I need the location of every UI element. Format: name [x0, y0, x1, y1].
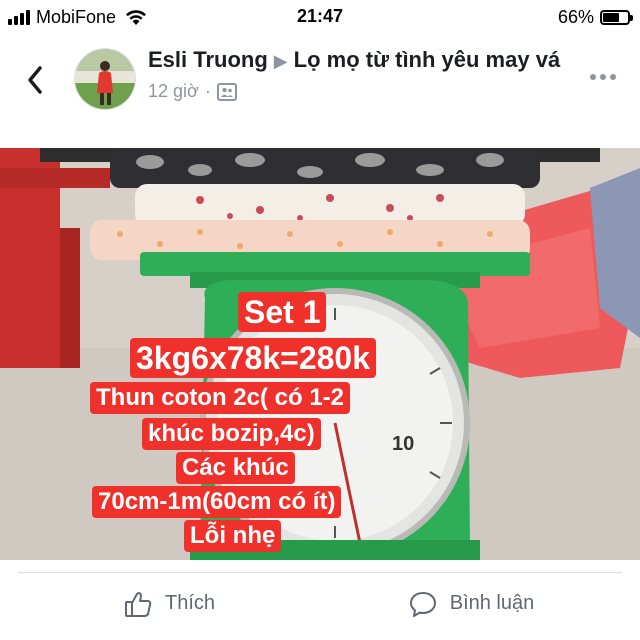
like-button[interactable]: Thích — [18, 573, 320, 634]
status-right: 66% — [557, 6, 633, 28]
post-photo[interactable]: 10 Set 1 3kg6x78k=280k Thun coton 2c( có… — [0, 148, 640, 560]
battery-level — [603, 12, 619, 22]
battery-icon — [600, 9, 633, 25]
comment-button[interactable]: Bình luận — [320, 573, 622, 634]
group-name[interactable]: Lọ mọ từ tình yêu may vá — [294, 47, 561, 72]
price-overlay: Set 1 3kg6x78k=280k Thun coton 2c( có 1-… — [0, 148, 640, 560]
overlay-line-bozip: khúc bozip,4c) — [142, 418, 321, 450]
post-action-bar: Thích Bình luận — [18, 572, 622, 634]
thumbs-up-icon — [124, 591, 152, 617]
overlay-line-defect: Lỗi nhẹ — [184, 520, 282, 552]
overlay-line-length: 70cm-1m(60cm có ít) — [92, 486, 342, 518]
overlay-line-material: Thun coton 2c( có 1-2 — [90, 382, 351, 414]
author-avatar[interactable] — [74, 48, 136, 110]
back-button[interactable] — [20, 62, 50, 98]
author-name[interactable]: Esli Truong — [148, 47, 268, 72]
battery-percent: 66% — [557, 6, 594, 27]
meta-separator: · — [204, 81, 211, 101]
like-label: Thích — [164, 592, 216, 614]
overlay-line-pieces: Các khúc — [176, 452, 295, 484]
post-timestamp[interactable]: 12 giờ — [148, 81, 199, 102]
more-dot-icon — [590, 74, 596, 80]
clock: 21:47 — [296, 6, 344, 26]
comment-icon — [409, 591, 436, 617]
post-meta: 12 giờ · — [148, 81, 568, 102]
more-dot-icon — [610, 74, 616, 80]
chevron-left-icon — [28, 66, 42, 94]
status-bar: MobiFone 21:47 66% — [0, 0, 640, 34]
post-title: Esli Truong ▶ Lọ mọ từ tình yêu may vá — [148, 46, 568, 75]
group-arrow: ▶ — [273, 51, 288, 71]
post-header: Esli Truong ▶ Lọ mọ từ tình yêu may vá 12 … — [148, 46, 568, 102]
comment-label: Bình luận — [449, 592, 535, 614]
group-audience-icon — [216, 82, 237, 101]
more-dot-icon — [600, 74, 606, 80]
overlay-line-price: 3kg6x78k=280k — [130, 338, 376, 378]
overlay-line-set: Set 1 — [238, 292, 327, 332]
avatar-photo — [75, 49, 135, 109]
more-options-button[interactable] — [590, 74, 616, 80]
